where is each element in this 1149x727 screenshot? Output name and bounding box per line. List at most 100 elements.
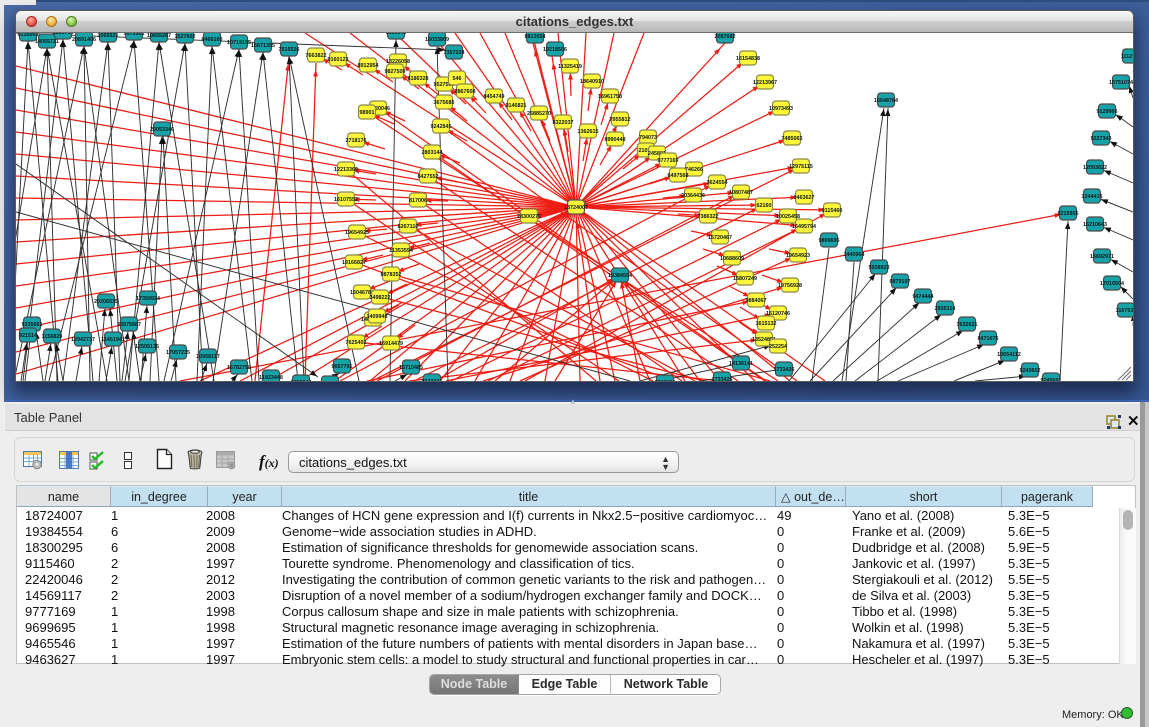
svg-text:8454749: 8454749 — [484, 94, 505, 100]
svg-text:9463627: 9463627 — [794, 195, 815, 201]
svg-text:9146821: 9146821 — [506, 103, 527, 109]
svg-text:1292344: 1292344 — [291, 380, 312, 382]
svg-text:10654112: 10654112 — [997, 352, 1021, 358]
svg-text:3675685: 3675685 — [434, 100, 455, 106]
svg-text:20364436: 20364436 — [681, 193, 705, 199]
svg-text:12505135: 12505135 — [135, 344, 159, 350]
svg-text:7357224: 7357224 — [444, 50, 465, 56]
svg-text:15751074: 15751074 — [1109, 80, 1133, 86]
svg-text:18640910: 18640910 — [580, 79, 604, 85]
svg-text:19654923: 19654923 — [786, 253, 810, 259]
svg-text:7386322: 7386322 — [698, 214, 719, 220]
svg-text:8267110: 8267110 — [398, 224, 419, 230]
svg-text:2087682: 2087682 — [715, 34, 736, 40]
svg-text:8322037: 8322037 — [553, 120, 574, 126]
svg-text:12093822: 12093822 — [1083, 165, 1107, 171]
svg-text:7515526: 7515526 — [279, 47, 300, 53]
svg-text:9899695: 9899695 — [819, 238, 840, 244]
svg-text:15807249: 15807249 — [733, 276, 757, 282]
svg-text:16210643: 16210643 — [1083, 222, 1107, 228]
svg-text:1733426: 1733426 — [774, 367, 795, 373]
svg-text:2803144: 2803144 — [422, 150, 443, 156]
svg-text:18724007: 18724007 — [564, 205, 588, 211]
svg-text:2867608: 2867608 — [455, 89, 476, 95]
svg-text:1167531: 1167531 — [1116, 308, 1134, 314]
svg-text:7341120: 7341120 — [655, 380, 676, 382]
svg-text:20691406: 20691406 — [72, 37, 96, 43]
svg-text:7663822: 7663822 — [306, 53, 327, 59]
svg-text:9245652: 9245652 — [1020, 368, 1041, 374]
svg-text:8878352: 8878352 — [381, 272, 402, 278]
svg-text:16154838: 16154838 — [736, 56, 760, 62]
svg-text:1180342: 1180342 — [386, 33, 407, 36]
svg-text:11325419: 11325419 — [558, 64, 582, 70]
svg-text:7673981: 7673981 — [124, 33, 145, 37]
svg-text:16782759: 16782759 — [227, 365, 251, 371]
svg-text:1615132: 1615132 — [756, 321, 777, 327]
svg-text:10973493: 10973493 — [769, 106, 793, 112]
svg-text:6879197: 6879197 — [890, 279, 911, 285]
svg-text:98901: 98901 — [360, 110, 375, 116]
svg-text:6497568: 6497568 — [668, 173, 689, 179]
svg-text:10655267: 10655267 — [147, 33, 171, 39]
svg-text:14136141: 14136141 — [729, 361, 753, 367]
svg-text:20206535: 20206535 — [94, 299, 118, 305]
svg-text:7625402: 7625402 — [346, 340, 367, 346]
svg-text:1244415: 1244415 — [1082, 194, 1103, 200]
svg-text:16961758: 16961758 — [598, 94, 622, 100]
svg-text:1440954: 1440954 — [844, 252, 865, 258]
svg-text:62160: 62160 — [757, 203, 772, 209]
svg-text:19218506: 19218506 — [543, 47, 567, 53]
svg-text:19166827: 19166827 — [342, 260, 366, 266]
svg-text:8990448: 8990448 — [605, 137, 626, 143]
svg-text:9884067: 9884067 — [746, 298, 767, 304]
svg-text:28300275: 28300275 — [517, 214, 541, 220]
svg-text:9657791: 9657791 — [332, 364, 353, 370]
svg-text:11353594: 11353594 — [389, 248, 413, 254]
svg-text:9474444: 9474444 — [913, 294, 934, 300]
svg-text:9245651: 9245651 — [1041, 378, 1062, 382]
svg-text:8215955: 8215955 — [1058, 211, 1079, 217]
svg-text:7632621: 7632621 — [957, 322, 978, 328]
svg-text:1409948: 1409948 — [367, 314, 388, 320]
svg-text:10807487: 10807487 — [729, 190, 753, 196]
svg-text:16033809: 16033809 — [425, 37, 449, 43]
svg-text:17359924: 17359924 — [136, 296, 160, 302]
svg-text:6466160: 6466160 — [202, 37, 223, 43]
svg-text:15720467: 15720467 — [708, 235, 732, 241]
svg-text:2935114: 2935114 — [935, 306, 956, 312]
svg-text:19756928: 19756928 — [778, 283, 802, 289]
svg-text:17957235: 17957235 — [166, 350, 190, 356]
svg-text:9777169: 9777169 — [658, 158, 679, 164]
svg-text:17016504: 17016504 — [1100, 281, 1124, 287]
svg-text:3624554: 3624554 — [707, 180, 728, 186]
svg-text:16648784: 16648784 — [874, 98, 898, 104]
svg-text:2718176: 2718176 — [346, 138, 367, 144]
svg-text:252254: 252254 — [769, 344, 787, 350]
svg-text:817006: 817006 — [409, 198, 427, 204]
svg-text:16671355: 16671355 — [251, 43, 275, 49]
svg-text:9657791: 9657791 — [320, 381, 341, 382]
svg-text:1156829: 1156829 — [42, 334, 63, 340]
svg-text:16914479: 16914479 — [379, 341, 403, 347]
svg-text:9227343: 9227343 — [1091, 136, 1112, 142]
svg-text:8427552: 8427552 — [418, 174, 439, 180]
svg-text:7485063: 7485063 — [782, 136, 803, 142]
svg-text:10958117: 10958117 — [196, 354, 220, 360]
svg-text:33975887: 33975887 — [117, 322, 141, 328]
svg-text:11923448: 11923448 — [259, 375, 283, 381]
svg-text:15710485: 15710485 — [399, 365, 423, 371]
svg-text:19384554: 19384554 — [608, 273, 632, 279]
svg-text:1112764: 1112764 — [1121, 54, 1134, 60]
svg-text:7955812: 7955812 — [610, 117, 631, 123]
svg-text:11451941: 11451941 — [101, 337, 125, 343]
svg-text:12213369: 12213369 — [334, 167, 358, 173]
svg-text:16107552: 16107552 — [334, 197, 358, 203]
svg-text:9115460: 9115460 — [822, 208, 843, 214]
svg-text:20053346: 20053346 — [150, 127, 174, 133]
svg-text:546: 546 — [453, 76, 462, 82]
svg-text:3498222: 3498222 — [370, 295, 391, 301]
svg-text:9135061: 9135061 — [18, 33, 39, 38]
svg-text:921514: 921514 — [19, 333, 37, 339]
svg-text:794073: 794073 — [639, 135, 657, 141]
